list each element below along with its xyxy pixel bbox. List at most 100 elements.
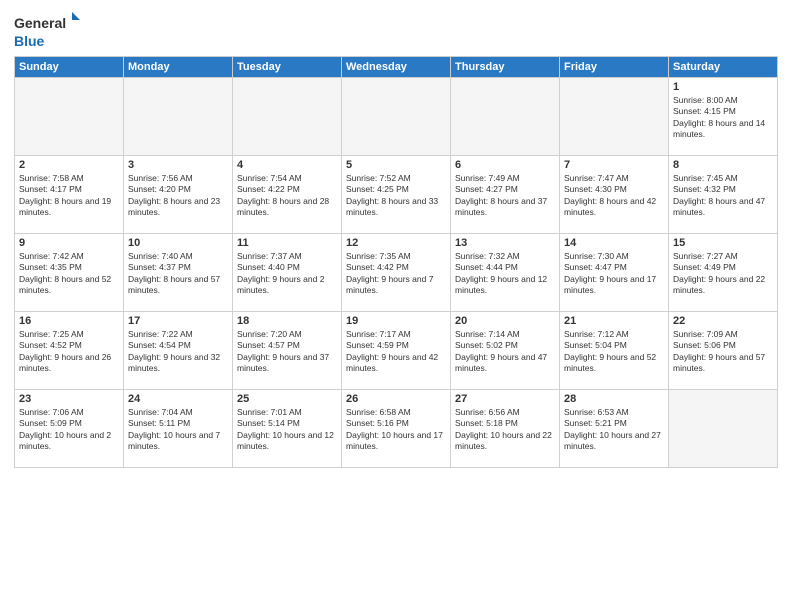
day-number: 22 (673, 315, 773, 327)
calendar-cell (233, 78, 342, 156)
cell-info: Sunrise: 7:40 AM Sunset: 4:37 PM Dayligh… (128, 251, 228, 297)
cell-info: Sunrise: 6:56 AM Sunset: 5:18 PM Dayligh… (455, 407, 555, 453)
calendar-cell: 22 Sunrise: 7:09 AM Sunset: 5:06 PM Dayli… (669, 312, 778, 390)
day-number: 8 (673, 159, 773, 171)
calendar-header-row: SundayMondayTuesdayWednesdayThursdayFrid… (15, 57, 778, 78)
calendar-cell: 20 Sunrise: 7:14 AM Sunset: 5:02 PM Dayli… (451, 312, 560, 390)
calendar-cell: 7 Sunrise: 7:47 AM Sunset: 4:30 PM Daylig… (560, 156, 669, 234)
cell-info: Sunrise: 7:27 AM Sunset: 4:49 PM Dayligh… (673, 251, 773, 297)
calendar-dow-sunday: Sunday (15, 57, 124, 78)
calendar-cell: 25 Sunrise: 7:01 AM Sunset: 5:14 PM Dayli… (233, 390, 342, 468)
day-number: 3 (128, 159, 228, 171)
cell-info: Sunrise: 7:37 AM Sunset: 4:40 PM Dayligh… (237, 251, 337, 297)
page-header: General Blue (14, 10, 778, 50)
calendar-cell: 16 Sunrise: 7:25 AM Sunset: 4:52 PM Dayli… (15, 312, 124, 390)
day-number: 15 (673, 237, 773, 249)
calendar-week-0: 1 Sunrise: 8:00 AM Sunset: 4:15 PM Daylig… (15, 78, 778, 156)
calendar-week-2: 9Sunrise: 7:42 AM Sunset: 4:35 PM Daylig… (15, 234, 778, 312)
calendar-cell: 6 Sunrise: 7:49 AM Sunset: 4:27 PM Daylig… (451, 156, 560, 234)
calendar-cell: 17Sunrise: 7:22 AM Sunset: 4:54 PM Dayli… (124, 312, 233, 390)
day-number: 16 (19, 315, 119, 327)
day-number: 25 (237, 393, 337, 405)
cell-info: Sunrise: 7:04 AM Sunset: 5:11 PM Dayligh… (128, 407, 228, 453)
calendar-cell: 9Sunrise: 7:42 AM Sunset: 4:35 PM Daylig… (15, 234, 124, 312)
calendar-cell (451, 78, 560, 156)
day-number: 14 (564, 237, 664, 249)
calendar-cell: 1 Sunrise: 8:00 AM Sunset: 4:15 PM Daylig… (669, 78, 778, 156)
cell-info: Sunrise: 7:22 AM Sunset: 4:54 PM Dayligh… (128, 329, 228, 375)
cell-info: Sunrise: 7:09 AM Sunset: 5:06 PM Dayligh… (673, 329, 773, 375)
calendar-cell: 15 Sunrise: 7:27 AM Sunset: 4:49 PM Dayli… (669, 234, 778, 312)
day-number: 4 (237, 159, 337, 171)
calendar-cell: 26 Sunrise: 6:58 AM Sunset: 5:16 PM Dayli… (342, 390, 451, 468)
calendar-cell (560, 78, 669, 156)
cell-info: Sunrise: 7:42 AM Sunset: 4:35 PM Dayligh… (19, 251, 119, 297)
day-number: 11 (237, 237, 337, 249)
day-number: 26 (346, 393, 446, 405)
day-number: 28 (564, 393, 664, 405)
cell-info: Sunrise: 7:25 AM Sunset: 4:52 PM Dayligh… (19, 329, 119, 375)
calendar-cell: 24 Sunrise: 7:04 AM Sunset: 5:11 PM Dayli… (124, 390, 233, 468)
day-number: 12 (346, 237, 446, 249)
day-number: 24 (128, 393, 228, 405)
logo: General Blue (14, 10, 84, 50)
svg-text:Blue: Blue (14, 33, 45, 49)
cell-info: Sunrise: 7:14 AM Sunset: 5:02 PM Dayligh… (455, 329, 555, 375)
calendar-cell: 14 Sunrise: 7:30 AM Sunset: 4:47 PM Dayli… (560, 234, 669, 312)
day-number: 13 (455, 237, 555, 249)
calendar-cell: 27 Sunrise: 6:56 AM Sunset: 5:18 PM Dayli… (451, 390, 560, 468)
calendar-week-4: 23 Sunrise: 7:06 AM Sunset: 5:09 PM Dayli… (15, 390, 778, 468)
cell-info: Sunrise: 7:32 AM Sunset: 4:44 PM Dayligh… (455, 251, 555, 297)
calendar-cell: 10 Sunrise: 7:40 AM Sunset: 4:37 PM Dayli… (124, 234, 233, 312)
cell-info: Sunrise: 7:17 AM Sunset: 4:59 PM Dayligh… (346, 329, 446, 375)
calendar-cell: 5 Sunrise: 7:52 AM Sunset: 4:25 PM Daylig… (342, 156, 451, 234)
cell-info: Sunrise: 7:49 AM Sunset: 4:27 PM Dayligh… (455, 173, 555, 219)
cell-info: Sunrise: 7:06 AM Sunset: 5:09 PM Dayligh… (19, 407, 119, 453)
day-number: 19 (346, 315, 446, 327)
cell-info: Sunrise: 7:20 AM Sunset: 4:57 PM Dayligh… (237, 329, 337, 375)
cell-info: Sunrise: 7:52 AM Sunset: 4:25 PM Dayligh… (346, 173, 446, 219)
calendar-dow-friday: Friday (560, 57, 669, 78)
cell-info: Sunrise: 6:58 AM Sunset: 5:16 PM Dayligh… (346, 407, 446, 453)
day-number: 1 (673, 81, 773, 93)
calendar-cell (124, 78, 233, 156)
calendar-dow-wednesday: Wednesday (342, 57, 451, 78)
day-number: 23 (19, 393, 119, 405)
day-number: 27 (455, 393, 555, 405)
day-number: 6 (455, 159, 555, 171)
calendar-cell: 28 Sunrise: 6:53 AM Sunset: 5:21 PM Dayli… (560, 390, 669, 468)
cell-info: Sunrise: 6:53 AM Sunset: 5:21 PM Dayligh… (564, 407, 664, 453)
calendar-cell: 2 Sunrise: 7:58 AM Sunset: 4:17 PM Daylig… (15, 156, 124, 234)
day-number: 10 (128, 237, 228, 249)
cell-info: Sunrise: 7:35 AM Sunset: 4:42 PM Dayligh… (346, 251, 446, 297)
calendar-cell: 4 Sunrise: 7:54 AM Sunset: 4:22 PM Daylig… (233, 156, 342, 234)
calendar-week-3: 16 Sunrise: 7:25 AM Sunset: 4:52 PM Dayli… (15, 312, 778, 390)
cell-info: Sunrise: 7:47 AM Sunset: 4:30 PM Dayligh… (564, 173, 664, 219)
day-number: 2 (19, 159, 119, 171)
day-number: 7 (564, 159, 664, 171)
calendar-cell (342, 78, 451, 156)
calendar-table: SundayMondayTuesdayWednesdayThursdayFrid… (14, 56, 778, 468)
calendar-dow-thursday: Thursday (451, 57, 560, 78)
cell-info: Sunrise: 8:00 AM Sunset: 4:15 PM Dayligh… (673, 95, 773, 141)
calendar-week-1: 2 Sunrise: 7:58 AM Sunset: 4:17 PM Daylig… (15, 156, 778, 234)
calendar-cell: 8Sunrise: 7:45 AM Sunset: 4:32 PM Daylig… (669, 156, 778, 234)
logo-svg: General Blue (14, 10, 84, 50)
calendar-cell: 3Sunrise: 7:56 AM Sunset: 4:20 PM Daylig… (124, 156, 233, 234)
cell-info: Sunrise: 7:54 AM Sunset: 4:22 PM Dayligh… (237, 173, 337, 219)
cell-info: Sunrise: 7:30 AM Sunset: 4:47 PM Dayligh… (564, 251, 664, 297)
calendar-dow-monday: Monday (124, 57, 233, 78)
day-number: 21 (564, 315, 664, 327)
day-number: 20 (455, 315, 555, 327)
calendar-cell: 11 Sunrise: 7:37 AM Sunset: 4:40 PM Dayli… (233, 234, 342, 312)
svg-text:General: General (14, 15, 66, 31)
cell-info: Sunrise: 7:58 AM Sunset: 4:17 PM Dayligh… (19, 173, 119, 219)
cell-info: Sunrise: 7:01 AM Sunset: 5:14 PM Dayligh… (237, 407, 337, 453)
calendar-cell: 18Sunrise: 7:20 AM Sunset: 4:57 PM Dayli… (233, 312, 342, 390)
calendar-cell: 19 Sunrise: 7:17 AM Sunset: 4:59 PM Dayli… (342, 312, 451, 390)
calendar-cell: 23 Sunrise: 7:06 AM Sunset: 5:09 PM Dayli… (15, 390, 124, 468)
calendar-cell (15, 78, 124, 156)
calendar-dow-saturday: Saturday (669, 57, 778, 78)
day-number: 5 (346, 159, 446, 171)
calendar-cell: 21Sunrise: 7:12 AM Sunset: 5:04 PM Dayli… (560, 312, 669, 390)
